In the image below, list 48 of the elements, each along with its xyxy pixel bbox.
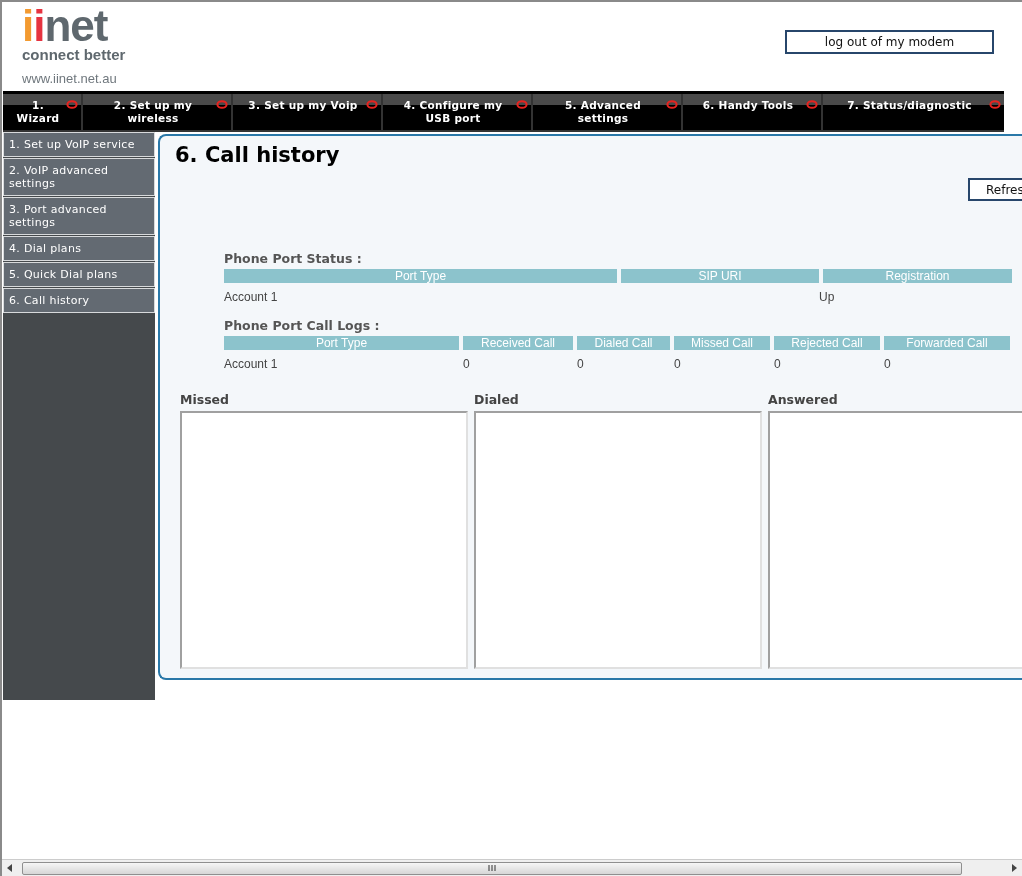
column-header: Rejected Call [774, 336, 880, 350]
table-cell: 0 [884, 357, 891, 371]
column-header: Port Type [224, 336, 459, 350]
scrollbar-thumb[interactable] [22, 861, 962, 875]
sidebar-item[interactable]: 2. VoIP advanced settings [3, 158, 155, 196]
page-title: 6. Call history [175, 142, 341, 168]
ring-icon [366, 100, 378, 109]
column-header: Registration [823, 269, 1012, 283]
list-label: Dialed [474, 392, 520, 408]
ring-icon [216, 100, 228, 109]
site-url: www.iinet.net.au [22, 71, 118, 87]
column-header: Port Type [224, 269, 617, 283]
column-header: SIP URI [621, 269, 819, 283]
table-cell: 0 [463, 357, 470, 371]
section-heading: Phone Port Status : [224, 251, 363, 267]
table-cell: 0 [577, 357, 584, 371]
nav-tab[interactable]: 6. Handy Tools [683, 94, 823, 130]
table-cell: Account 1 [224, 357, 278, 371]
logo-wordmark: iinet [22, 8, 108, 44]
logo-tagline: connect better [22, 46, 126, 64]
sidebar-item[interactable]: 5. Quick Dial plans [3, 262, 155, 287]
nav-tab-label[interactable]: 7. Status/diagnostic [839, 94, 988, 112]
section-heading: Phone Port Call Logs : [224, 318, 381, 334]
sidebar-item[interactable]: 3. Port advanced settings [3, 197, 155, 235]
table-cell: Account 1 [224, 290, 278, 304]
column-header: Forwarded Call [884, 336, 1010, 350]
ring-icon [989, 100, 1001, 109]
sidebar-item[interactable]: 6. Call history [3, 288, 155, 313]
list-label: Answered [768, 392, 839, 408]
nav-tab-label[interactable]: 6. Handy Tools [694, 94, 810, 112]
grip-icon [488, 864, 496, 872]
sidebar-item[interactable]: 1. Set up VoIP service [3, 132, 155, 157]
list-label: Missed [180, 392, 231, 408]
table-cell: Up [819, 290, 835, 304]
table-cell: 0 [774, 357, 781, 371]
column-header: Received Call [463, 336, 573, 350]
logout-button[interactable]: log out of my modem [785, 30, 994, 54]
ring-icon [516, 100, 528, 109]
ring-icon [666, 100, 678, 109]
horizontal-scrollbar[interactable] [2, 859, 1022, 876]
table-cell: 0 [674, 357, 681, 371]
nav-tab[interactable]: 3. Set up my Voip [233, 94, 383, 130]
column-header: Dialed Call [577, 336, 670, 350]
nav-tab-label[interactable]: 3. Set up my Voip [240, 94, 374, 112]
ring-icon [806, 100, 818, 109]
column-header: Missed Call [674, 336, 770, 350]
ring-icon [66, 100, 78, 109]
sidebar-item[interactable]: 4. Dial plans [3, 236, 155, 261]
